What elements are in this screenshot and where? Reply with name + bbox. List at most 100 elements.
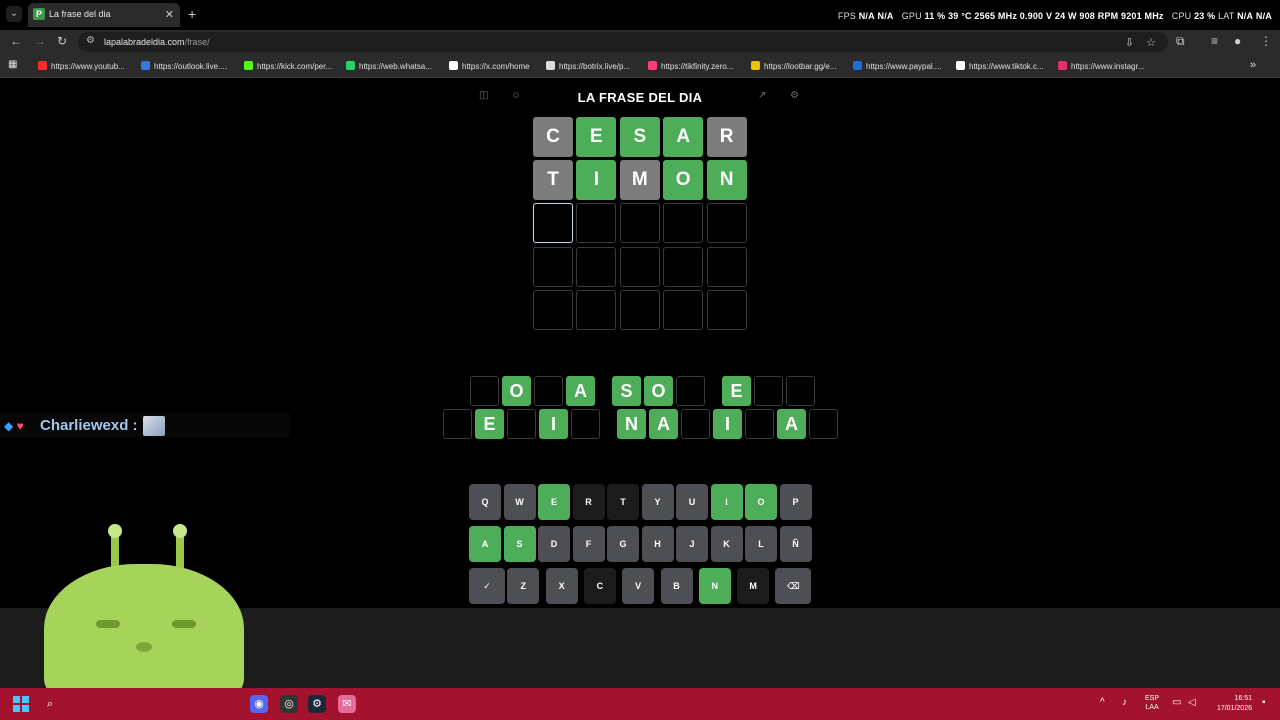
- key-p[interactable]: P: [779, 484, 812, 520]
- key-d[interactable]: D: [538, 526, 570, 562]
- media-icon[interactable]: ≡: [1211, 34, 1218, 48]
- board-cell: [533, 246, 573, 287]
- volume-icon[interactable]: ◁: [1188, 697, 1196, 708]
- microphone-icon[interactable]: ♪: [1122, 697, 1127, 708]
- forward-icon[interactable]: →: [34, 34, 46, 48]
- key-r[interactable]: R: [572, 484, 605, 520]
- board-cell: T: [533, 160, 573, 201]
- tab-search-icon[interactable]: ⌄: [6, 6, 22, 22]
- key-o[interactable]: O: [745, 484, 777, 520]
- reload-icon[interactable]: ↻: [57, 34, 67, 48]
- bookmark-favicon-icon: [1058, 61, 1067, 70]
- network-icon[interactable]: ▭: [1172, 697, 1181, 708]
- phrase-letter-box: [470, 376, 499, 406]
- menu-icon[interactable]: ⋮: [1260, 34, 1272, 48]
- enter-key[interactable]: ✓: [469, 568, 505, 604]
- clock-time: 16:51: [1234, 695, 1252, 702]
- obs-icon[interactable]: ◎: [280, 695, 298, 713]
- tray-overflow-icon[interactable]: ^: [1100, 697, 1105, 708]
- browser-tab[interactable]: P La frase del dia ✕: [28, 3, 180, 27]
- game-header: ◫ ☺ LA FRASE DEL DIA ↗ ⚙: [470, 82, 810, 112]
- more-bookmarks-icon[interactable]: »: [1250, 59, 1256, 71]
- bookmark-item[interactable]: https://outlook.live....: [141, 61, 227, 71]
- bookmark-label: https://www.paypal....: [866, 62, 942, 71]
- bookmark-item[interactable]: https://tikfinity.zero...: [648, 61, 733, 71]
- profile-icon[interactable]: ●: [1234, 34, 1241, 48]
- new-tab-icon[interactable]: +: [188, 6, 196, 22]
- key-x[interactable]: X: [545, 568, 578, 604]
- board-cell: [663, 289, 704, 330]
- phrase-letter-box: A: [566, 376, 595, 406]
- key-l[interactable]: L: [745, 526, 777, 562]
- url-path: /frase/: [184, 37, 210, 47]
- bookmark-item[interactable]: https://x.com/home: [449, 61, 530, 71]
- bookmark-label: https://lootbar.gg/e...: [764, 62, 837, 71]
- app-icon[interactable]: ✉: [338, 695, 356, 713]
- cat-eye-left: [96, 620, 120, 628]
- key-s[interactable]: S: [503, 526, 536, 562]
- badge-icon: ◆: [4, 419, 14, 433]
- phrase-letter-box: E: [475, 409, 504, 439]
- input-language[interactable]: ESP LAA: [1145, 694, 1159, 712]
- key-w[interactable]: W: [503, 484, 536, 520]
- key-ñ[interactable]: Ñ: [779, 526, 812, 562]
- bookmark-favicon-icon: [751, 61, 760, 70]
- key-q[interactable]: Q: [469, 484, 501, 520]
- windows-start-icon[interactable]: [13, 696, 29, 712]
- bookmark-item[interactable]: https://web.whatsa...: [346, 61, 432, 71]
- settings-icon[interactable]: ⚙: [790, 90, 799, 101]
- bookmark-star-icon[interactable]: ☆: [1146, 36, 1156, 49]
- key-n[interactable]: N: [698, 568, 731, 604]
- key-h[interactable]: H: [641, 526, 674, 562]
- bookmark-item[interactable]: https://www.instagr...: [1058, 61, 1144, 71]
- search-icon[interactable]: ⌕: [41, 695, 59, 713]
- bookmark-item[interactable]: https://www.paypal....: [853, 61, 942, 71]
- site-info-icon[interactable]: ⚙: [86, 35, 95, 46]
- phrase-letter-box: [754, 376, 783, 406]
- bookmark-favicon-icon: [38, 61, 47, 70]
- key-t[interactable]: T: [607, 484, 639, 520]
- key-g[interactable]: G: [607, 526, 639, 562]
- apps-grid-icon[interactable]: ▦: [8, 59, 17, 70]
- back-icon[interactable]: ←: [10, 34, 22, 48]
- notifications-icon[interactable]: ▪: [1262, 697, 1266, 708]
- bookmark-item[interactable]: https://lootbar.gg/e...: [751, 61, 837, 71]
- cpu-label: CPU: [1171, 11, 1192, 21]
- board-cell: N: [706, 160, 747, 201]
- key-u[interactable]: U: [676, 484, 708, 520]
- key-z[interactable]: Z: [507, 568, 540, 604]
- bookmark-item[interactable]: https://www.tiktok.c...: [956, 61, 1044, 71]
- bookmark-label: https://www.youtub...: [51, 62, 125, 71]
- extensions-icon[interactable]: ⧉: [1176, 34, 1185, 49]
- key-b[interactable]: B: [660, 568, 693, 604]
- key-y[interactable]: Y: [641, 484, 674, 520]
- board-cell: [533, 203, 573, 244]
- bookmark-item[interactable]: https://kick.com/per...: [244, 61, 332, 71]
- close-tab-icon[interactable]: ✕: [165, 8, 174, 21]
- key-c[interactable]: C: [583, 568, 616, 604]
- key-j[interactable]: J: [676, 526, 708, 562]
- stats-icon[interactable]: ↗: [758, 90, 766, 101]
- phrase-letter-box: [786, 376, 815, 406]
- steam-icon[interactable]: ⚙: [308, 695, 326, 713]
- install-app-icon[interactable]: ⇩: [1125, 36, 1134, 49]
- key-k[interactable]: K: [710, 526, 743, 562]
- lang-top: ESP: [1145, 695, 1160, 702]
- key-e[interactable]: E: [538, 484, 570, 520]
- screen: ⌄ P La frase del dia ✕ + FPS N/A N/A GPU…: [0, 0, 1280, 720]
- cat-antenna-tip-left: [108, 524, 122, 538]
- gpu-clock: 2565 MHz: [974, 11, 1018, 21]
- bookmark-item[interactable]: https://botrix.live/p...: [546, 61, 630, 71]
- key-v[interactable]: V: [622, 568, 655, 604]
- clock[interactable]: 16:51 17/01/2026: [1206, 694, 1252, 714]
- backspace-key[interactable]: ⌫: [775, 568, 812, 604]
- board-cell: O: [663, 160, 704, 201]
- key-f[interactable]: F: [572, 526, 605, 562]
- bookmark-item[interactable]: https://www.youtub...: [38, 61, 125, 71]
- key-i[interactable]: I: [710, 484, 743, 520]
- key-m[interactable]: M: [737, 568, 770, 604]
- key-a[interactable]: A: [469, 526, 501, 562]
- address-bar[interactable]: ⚙ lapalabradeldia.com/frase/ ⇩ ☆: [78, 32, 1168, 52]
- url-text[interactable]: lapalabradeldia.com/frase/: [104, 37, 210, 47]
- discord-icon[interactable]: ◉: [250, 695, 268, 713]
